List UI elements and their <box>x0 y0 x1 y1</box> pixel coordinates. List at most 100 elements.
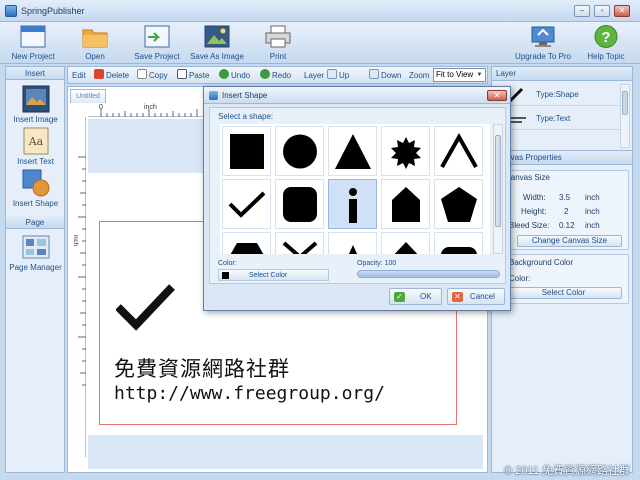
shape-diamond[interactable] <box>381 232 430 254</box>
shape-select-color-button[interactable]: Select Color <box>218 269 329 281</box>
layer-label: Layer <box>304 71 325 80</box>
monitor-icon <box>531 26 555 47</box>
paste-label: Paste <box>189 71 210 80</box>
up-icon <box>327 69 337 79</box>
bleed-value[interactable]: 0.12 <box>559 221 575 230</box>
shape-house[interactable] <box>381 179 430 229</box>
dialog-title: Insert Shape <box>222 91 268 100</box>
zoom-value: Fit to View <box>436 70 474 79</box>
document-tab[interactable]: Untitled <box>70 89 106 103</box>
width-value[interactable]: 3.5 <box>559 193 570 202</box>
shape-cross[interactable] <box>275 232 324 254</box>
text-icon: Aa <box>23 127 48 155</box>
upgrade-button[interactable]: Upgrade To Pro <box>513 22 573 63</box>
left-panel: Insert Insert Image Aa Insert Text Inser… <box>5 66 65 473</box>
shape-color-label: Color: <box>218 260 237 267</box>
bg-select-color-button[interactable]: Select Color <box>505 287 622 299</box>
shape-rounded-rect[interactable] <box>434 232 483 254</box>
page-header: Page <box>6 216 64 229</box>
page-manager-label: Page Manager <box>9 263 62 272</box>
close-button[interactable]: ✕ <box>614 5 630 17</box>
insert-image-label: Insert Image <box>13 115 58 124</box>
print-button[interactable]: Print <box>250 22 306 63</box>
insert-header: Insert <box>6 67 64 80</box>
save-project-button[interactable]: Save Project <box>128 22 186 63</box>
url-text-box[interactable]: http://www.freegroup.org/ <box>114 383 385 404</box>
shape-rounded-square[interactable] <box>275 179 324 229</box>
layer-item[interactable]: Type:Shape <box>494 84 620 106</box>
layer-item[interactable]: Type:Text <box>494 108 620 130</box>
insert-shape-button[interactable]: Insert Shape <box>9 169 62 208</box>
shape-small-triangle[interactable] <box>328 232 377 254</box>
shape-hexagon[interactable] <box>222 232 271 254</box>
page-manager-button[interactable]: Page Manager <box>9 233 62 272</box>
checkmark-shape[interactable] <box>116 283 176 331</box>
opacity-value: 100 <box>384 260 397 267</box>
opacity-label-text: Opacity: <box>357 260 383 267</box>
save-as-image-button[interactable]: Save As Image <box>189 22 245 63</box>
edit-label: Edit <box>72 71 86 80</box>
folder-icon <box>82 29 108 48</box>
ruler-zero: 0 <box>99 104 103 111</box>
hexagon-icon <box>230 243 264 254</box>
canvas-size-title: Canvas Size <box>505 173 550 182</box>
layer-scrollbar[interactable] <box>620 84 630 148</box>
ruler-left: inch <box>70 117 86 457</box>
insert-text-button[interactable]: Aa Insert Text <box>9 127 62 166</box>
help-button[interactable]: ? Help Topic <box>578 22 634 63</box>
window-title: SpringPublisher <box>21 6 85 16</box>
maximize-button[interactable]: ▫ <box>594 5 610 17</box>
delete-icon <box>94 69 104 79</box>
shape-grid-scroll-thumb[interactable] <box>495 135 501 227</box>
open-button[interactable]: Open <box>66 22 124 63</box>
background-color-group: Background Color Color: Select Color <box>496 254 629 304</box>
cancel-button[interactable]: ✕ Cancel <box>447 288 505 305</box>
chinese-text-box[interactable]: 免費資源網路社群 <box>114 353 290 383</box>
shape-starburst[interactable] <box>381 126 430 176</box>
bleed-unit: inch <box>585 221 600 230</box>
undo-button[interactable]: Undo <box>219 69 250 82</box>
copy-label: Copy <box>149 71 168 80</box>
ok-button[interactable]: ✓ OK <box>389 288 442 305</box>
pentagon-icon <box>441 187 477 222</box>
cancel-label: Cancel <box>470 292 495 301</box>
canvas-size-group: Canvas Size Width: 3.5 inch Height: 2 in… <box>496 170 629 250</box>
rounded-rect-icon <box>441 247 477 254</box>
redo-button[interactable]: Redo <box>260 69 291 82</box>
edit-toolbar: Edit Delete Copy Paste Undo Redo Layer U… <box>67 66 488 84</box>
layer-scroll-thumb[interactable] <box>622 91 628 115</box>
shape-grid-scrollbar[interactable] <box>493 124 503 254</box>
layer-up-button[interactable]: Up <box>327 69 349 82</box>
chevron-down-icon: ▼ <box>476 72 483 78</box>
shape-info[interactable] <box>328 179 377 229</box>
shape-square[interactable] <box>222 126 271 176</box>
opacity-slider[interactable] <box>357 270 500 278</box>
zoom-select[interactable]: Fit to View ▼ <box>433 68 486 82</box>
shape-checkmark[interactable] <box>222 179 271 229</box>
bleed-label: Bleed Size: <box>509 221 550 230</box>
triangle-icon <box>335 134 371 169</box>
paste-button[interactable]: Paste <box>177 69 209 82</box>
minimize-button[interactable]: – <box>574 5 590 17</box>
house-icon <box>392 187 420 222</box>
down-icon <box>369 69 379 79</box>
change-canvas-size-button[interactable]: Change Canvas Size <box>517 235 622 247</box>
dialog-close-button[interactable]: ✕ <box>487 90 507 101</box>
shape-pentagon[interactable] <box>434 179 483 229</box>
height-value[interactable]: 2 <box>564 207 568 216</box>
insert-image-button[interactable]: Insert Image <box>9 85 62 124</box>
shape-circle[interactable] <box>275 126 324 176</box>
copy-button[interactable]: Copy <box>137 69 168 82</box>
undo-icon <box>219 69 229 79</box>
shape-triangle[interactable] <box>328 126 377 176</box>
layer-down-button[interactable]: Down <box>369 69 401 82</box>
svg-text:Aa: Aa <box>27 135 43 148</box>
ruler-left-unit: inch <box>72 235 78 247</box>
circle-icon <box>283 134 317 169</box>
shape-chevron-up[interactable] <box>434 126 483 176</box>
close-icon: ✕ <box>493 91 501 100</box>
ruler-unit: inch <box>144 104 157 111</box>
new-project-button[interactable]: New Project <box>4 22 62 63</box>
undo-label: Undo <box>231 71 251 80</box>
delete-button[interactable]: Delete <box>94 69 129 82</box>
